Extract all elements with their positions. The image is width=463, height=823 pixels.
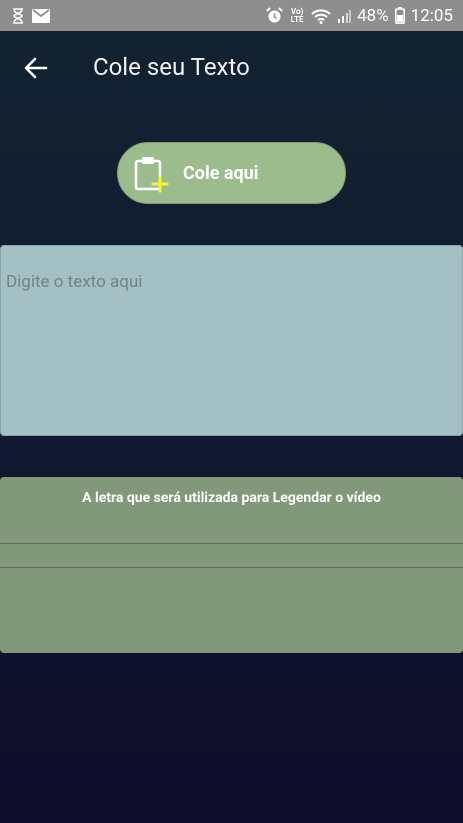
text-input-box [0, 245, 463, 436]
paste-button[interactable]: Cole aqui [117, 142, 346, 204]
font-panel: A letra que será utilizada para Legendar… [0, 477, 463, 653]
wifi-icon [311, 8, 331, 24]
back-button[interactable] [22, 54, 50, 82]
divider [0, 543, 463, 544]
battery-percent: 48% [357, 5, 389, 26]
page-title: Cole seu Texto [93, 53, 250, 81]
mail-icon [32, 8, 50, 23]
alarm-icon [266, 7, 283, 24]
clipboard-plus-icon [134, 157, 169, 193]
font-panel-title: A letra que será utilizada para Legendar… [82, 490, 381, 506]
divider [0, 567, 463, 568]
app-bar: Cole seu Texto [0, 31, 463, 103]
volte-icon: Vo) LTE [290, 6, 304, 24]
status-bar: Vo) LTE 48% 12:05 [0, 0, 463, 31]
battery-icon [394, 7, 405, 24]
arrow-left-icon [24, 57, 48, 79]
clock: 12:05 [410, 5, 453, 26]
hourglass-icon [12, 7, 24, 24]
text-input[interactable] [1, 246, 462, 435]
paste-button-label: Cole aqui [183, 163, 259, 184]
signal-icon [337, 9, 352, 23]
